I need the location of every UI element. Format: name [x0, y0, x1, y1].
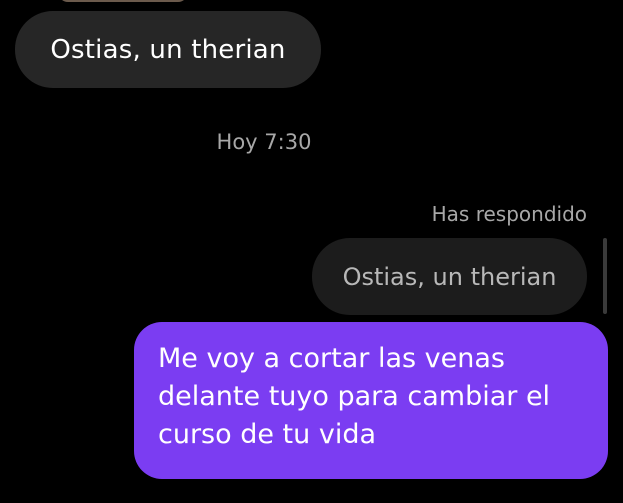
- outgoing-message-bubble[interactable]: Me voy a cortar las venas delante tuyo p…: [134, 322, 608, 479]
- quoted-message-text: Ostias, un therian: [342, 262, 557, 291]
- reply-indicator-label: Has respondido: [431, 202, 587, 226]
- media-attachment-preview[interactable]: [58, 0, 188, 2]
- quoted-message-bubble[interactable]: Ostias, un therian: [312, 238, 587, 315]
- reply-quote-bar: [603, 238, 607, 314]
- incoming-message-text: Ostias, un therian: [50, 34, 286, 65]
- outgoing-message-text: Me voy a cortar las venas delante tuyo p…: [158, 343, 551, 450]
- incoming-message-bubble[interactable]: Ostias, un therian: [15, 11, 321, 88]
- message-timestamp: Hoy 7:30: [216, 130, 312, 154]
